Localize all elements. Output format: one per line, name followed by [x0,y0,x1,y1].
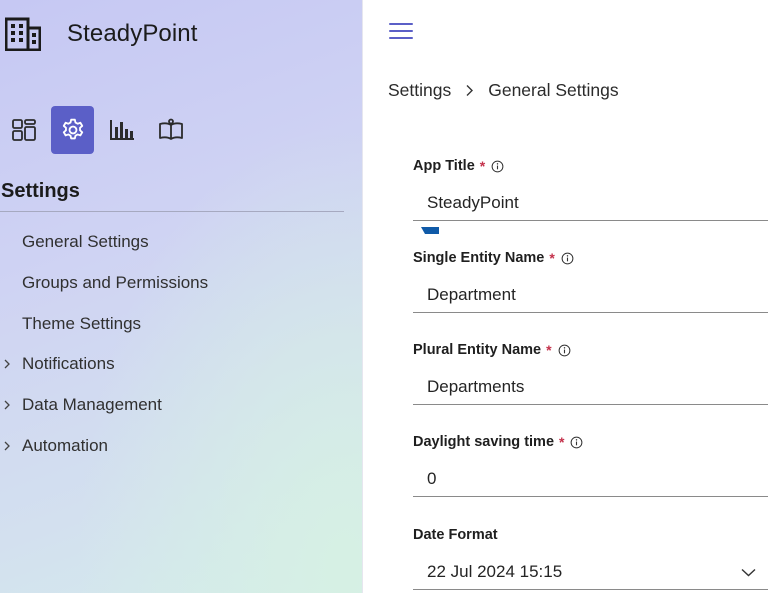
single-entity-name-input[interactable]: Department [413,277,768,313]
sidebar-item-label: Notifications [22,354,115,374]
breadcrumb-root[interactable]: Settings [388,80,451,101]
field-label: Date Format [413,527,498,543]
daylight-saving-time-field: Daylight saving time * 0 [413,432,768,497]
sidebar-item-theme-settings[interactable]: Theme Settings [0,303,344,344]
required-marker: * [549,250,555,266]
bar-chart-icon[interactable] [100,106,143,154]
chevron-down-icon[interactable] [741,562,756,582]
sidebar-item-label: General Settings [22,232,149,252]
book-icon[interactable] [149,106,192,154]
date-format-select[interactable]: 22 Jul 2024 15:15 [413,554,768,590]
sidebar-item-notifications[interactable]: Notifications [0,344,344,385]
dashboard-icon[interactable] [2,106,45,154]
single-entity-name-field: Single Entity Name * Department [413,248,768,313]
date-format-field: Date Format 22 Jul 2024 15:15 [413,525,768,590]
required-marker: * [479,158,486,174]
required-marker: * [559,434,565,450]
chevron-right-icon [465,84,474,97]
info-icon[interactable] [570,435,584,449]
field-label: Single Entity Name [413,250,545,266]
sidebar-item-groups-and-permissions[interactable]: Groups and Permissions [0,263,344,304]
building-icon [4,15,42,53]
divider [0,211,344,212]
sidebar-item-general-settings[interactable]: General Settings [0,222,344,263]
info-icon[interactable] [561,251,575,265]
info-icon[interactable] [491,159,505,173]
hamburger-menu-icon[interactable] [388,20,414,42]
info-icon[interactable] [558,343,572,357]
field-label: Daylight saving time [413,434,555,450]
app-title-input[interactable]: SteadyPoint [413,185,768,221]
chevron-right-icon[interactable] [0,398,14,412]
field-label: Plural Entity Name [413,342,542,358]
breadcrumb: Settings General Settings [388,80,619,101]
sidebar: SteadyPoint Settings General Settings Gr… [0,0,363,593]
chevron-right-icon[interactable] [0,439,14,453]
brand: SteadyPoint [4,14,198,54]
date-format-value: 22 Jul 2024 15:15 [427,561,563,581]
sidebar-item-label: Automation [22,435,108,455]
chevron-right-icon[interactable] [0,357,14,371]
settings-menu: General Settings Groups and Permissions … [0,222,344,466]
sidebar-item-data-management[interactable]: Data Management [0,385,344,426]
section-title: Settings [1,180,80,202]
app-title-field: App Title * SteadyPoint [413,156,768,221]
gear-icon[interactable] [51,106,94,154]
breadcrumb-current: General Settings [488,80,619,100]
cursor-marker-icon [421,221,439,234]
field-label: App Title [413,158,475,174]
icon-nav [2,106,192,154]
sidebar-item-label: Data Management [22,395,162,415]
daylight-saving-time-input[interactable]: 0 [413,461,768,497]
app-name: SteadyPoint [67,20,198,47]
required-marker: * [546,342,552,358]
plural-entity-name-field: Plural Entity Name * Departments [413,340,768,405]
app-window: SteadyPoint Settings General Settings Gr… [0,0,768,593]
sidebar-item-label: Groups and Permissions [22,273,209,293]
main-content: Settings General Settings App Title * St… [363,0,768,593]
plural-entity-name-input[interactable]: Departments [413,369,768,405]
sidebar-item-automation[interactable]: Automation [0,425,344,466]
sidebar-item-label: Theme Settings [22,313,142,333]
